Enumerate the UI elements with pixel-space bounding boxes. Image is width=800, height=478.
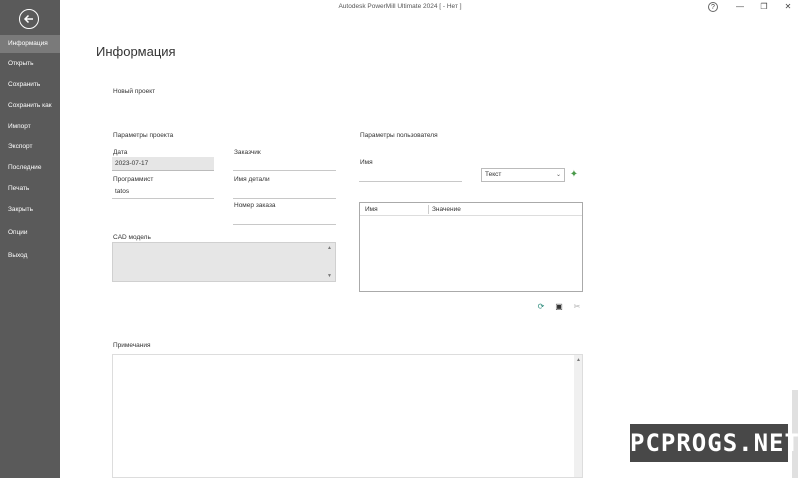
- project-params-heading: Параметры проекта: [113, 132, 174, 139]
- scroll-up-icon[interactable]: ▲: [576, 357, 581, 363]
- type-select[interactable]: Текст ⌄: [481, 168, 565, 182]
- header-divider: [360, 215, 582, 216]
- save-params-icon[interactable]: ▣: [553, 301, 565, 313]
- user-params-heading: Параметры пользователя: [360, 132, 438, 139]
- watermark: PCPROGS.NET: [630, 424, 799, 462]
- add-parameter-icon[interactable]: ✦: [567, 168, 581, 182]
- scroll-down-icon[interactable]: ▼: [327, 273, 332, 279]
- import-params-icon[interactable]: ⟳: [535, 301, 547, 313]
- table-header-value: Значение: [432, 206, 461, 213]
- sidebar-item-export[interactable]: Экспорт: [0, 138, 60, 156]
- sidebar-item-open[interactable]: Открыть: [0, 55, 60, 73]
- order-number-field[interactable]: [233, 211, 336, 225]
- type-select-value: Текст: [485, 171, 502, 178]
- window-title: Autodesk PowerMill Ultimate 2024 [ - Нет…: [338, 3, 462, 10]
- column-divider: [428, 205, 429, 214]
- part-name-label: Имя детали: [234, 176, 270, 183]
- customer-label: Заказчик: [234, 149, 261, 156]
- restore-icon[interactable]: ❐: [756, 1, 772, 13]
- sidebar-item-save[interactable]: Сохранить: [0, 76, 60, 94]
- project-name: Новый проект: [113, 88, 156, 95]
- user-params-table[interactable]: Имя Значение: [359, 202, 583, 292]
- delete-params-icon[interactable]: ✂: [571, 301, 583, 313]
- page-title: Информация: [96, 44, 176, 59]
- sidebar-item-info[interactable]: Информация: [0, 35, 60, 53]
- back-arrow-icon[interactable]: [19, 9, 39, 29]
- notes-label: Примечания: [113, 342, 151, 349]
- sidebar-item-recent[interactable]: Последние: [0, 159, 60, 177]
- cad-model-label: CAD модель: [113, 234, 151, 241]
- minimize-icon[interactable]: —: [732, 1, 748, 13]
- date-label: Дата: [113, 149, 128, 156]
- scroll-up-icon[interactable]: ▲: [327, 245, 332, 251]
- notes-scrollbar[interactable]: ▲: [574, 355, 582, 477]
- customer-field[interactable]: [233, 157, 336, 171]
- programmer-field[interactable]: tatos: [112, 185, 214, 199]
- user-param-name-field[interactable]: [359, 168, 462, 182]
- help-icon[interactable]: ?: [708, 2, 718, 12]
- chevron-down-icon: ⌄: [555, 172, 561, 178]
- part-name-field[interactable]: [233, 185, 336, 199]
- sidebar-item-import[interactable]: Импорт: [0, 118, 60, 136]
- date-field[interactable]: 2023-07-17: [112, 157, 214, 171]
- sidebar-item-close[interactable]: Закрыть: [0, 201, 60, 219]
- cad-model-box[interactable]: ▲ ▼: [112, 242, 336, 282]
- sidebar-item-save-as[interactable]: Сохранить как: [0, 97, 60, 115]
- sidebar: Информация Открыть Сохранить Сохранить к…: [0, 0, 60, 478]
- table-header-name: Имя: [365, 206, 378, 213]
- user-param-name-label: Имя: [360, 159, 373, 166]
- sidebar-item-print[interactable]: Печать: [0, 180, 60, 198]
- programmer-label: Программист: [113, 176, 154, 183]
- notes-area[interactable]: ▲: [112, 354, 583, 478]
- title-bar: Autodesk PowerMill Ultimate 2024 [ - Нет…: [60, 0, 800, 14]
- sidebar-item-options[interactable]: Опции: [0, 224, 60, 242]
- close-icon[interactable]: ✕: [780, 1, 796, 13]
- order-number-label: Номер заказа: [234, 202, 276, 209]
- sidebar-item-exit[interactable]: Выход: [0, 247, 60, 265]
